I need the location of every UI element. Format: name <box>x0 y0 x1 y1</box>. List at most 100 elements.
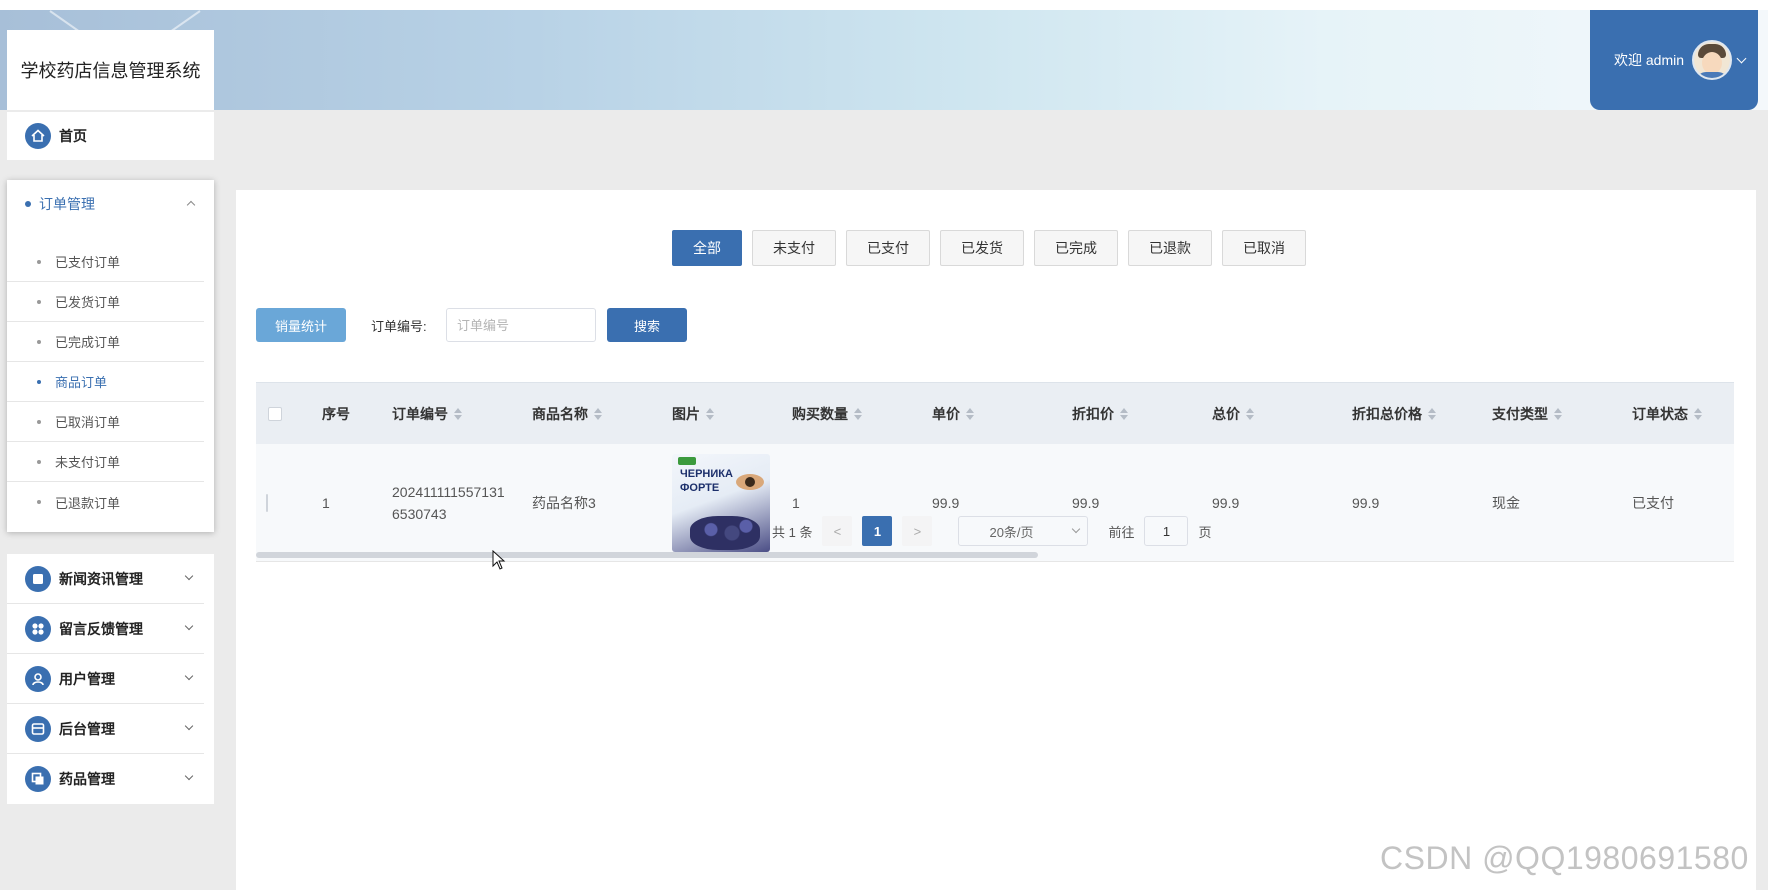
select-all-checkbox[interactable] <box>268 406 282 421</box>
mouse-cursor-icon <box>492 550 506 570</box>
bullet-icon <box>25 201 31 207</box>
row-checkbox[interactable] <box>266 493 268 512</box>
sidebar-item-label: 药品管理 <box>59 771 115 787</box>
tab-cancelled[interactable]: 已取消 <box>1222 230 1306 266</box>
column-header: 序号 <box>322 405 350 422</box>
cell-pay-type: 现金 <box>1492 494 1520 511</box>
sidebar-menu: 新闻资讯管理 留言反馈管理 用户管理 后台管理 药品管理 <box>7 554 214 804</box>
chevron-down-icon[interactable] <box>1736 53 1747 63</box>
sidebar-item-refunded-orders[interactable]: 已退款订单 <box>7 482 204 522</box>
bullet-icon <box>37 500 41 504</box>
cell-unit-price: 99.9 <box>932 494 960 511</box>
sales-stats-button[interactable]: 销量统计 <box>256 308 346 342</box>
sidebar-item-label: 后台管理 <box>59 720 115 737</box>
order-management-toggle[interactable]: 订单管理 <box>7 180 214 228</box>
column-header[interactable]: 折扣价 <box>1072 404 1212 424</box>
bullet-icon <box>37 379 41 384</box>
sidebar-item-label: 已退款订单 <box>55 495 121 511</box>
chevron-down-icon <box>184 671 194 681</box>
welcome-text: 欢迎 admin <box>1614 52 1685 68</box>
column-header[interactable]: 订单编号 <box>392 404 532 424</box>
goto-page-input[interactable]: 1 <box>1144 516 1189 546</box>
page-size-select[interactable]: 20条/页 <box>958 516 1089 546</box>
main-content: 全部 未支付 已支付 已发货 已完成 已退款 已取消 销量统计 订单编号: 搜索… <box>236 190 1756 890</box>
cell-product: 药品名称3 <box>532 494 596 511</box>
sidebar-item-backend[interactable]: 后台管理 <box>7 704 204 754</box>
cell-order-no: 2024111115571316530743 <box>392 483 505 522</box>
sort-icon[interactable] <box>1246 407 1254 420</box>
avatar[interactable] <box>1692 40 1733 80</box>
tab-all[interactable]: 全部 <box>672 230 742 266</box>
sidebar-item-shipped-orders[interactable]: 已发货订单 <box>7 282 204 322</box>
product-image[interactable]: ЧЕРНИКА ФОРТЕ <box>672 453 770 552</box>
top-strip <box>0 0 1768 10</box>
column-header[interactable]: 总价 <box>1212 404 1352 424</box>
user-menu[interactable]: 欢迎 admin <box>1590 10 1758 110</box>
sidebar-item-label: 用户管理 <box>59 670 115 687</box>
page-number-current[interactable]: 1 <box>862 516 893 546</box>
sidebar-item-label: 已完成订单 <box>55 335 121 350</box>
status-tabs: 全部 未支付 已支付 已发货 已完成 已退款 已取消 <box>672 230 1306 266</box>
sidebar-item-label: 首页 <box>59 128 87 144</box>
goto-label: 前往 <box>1108 524 1135 540</box>
sidebar-item-home[interactable]: 首页 <box>7 112 214 160</box>
chevron-down-icon <box>1072 524 1081 534</box>
tab-unpaid[interactable]: 未支付 <box>752 230 836 266</box>
tab-shipped[interactable]: 已发货 <box>940 230 1024 266</box>
user-icon <box>25 665 51 692</box>
chevron-down-icon <box>184 621 194 631</box>
sort-icon[interactable] <box>454 407 462 420</box>
sort-icon[interactable] <box>706 407 714 420</box>
sidebar-item-medicine[interactable]: 药品管理 <box>7 754 204 804</box>
sidebar-item-completed-orders[interactable]: 已完成订单 <box>7 322 204 362</box>
bullet-icon <box>37 419 41 424</box>
backend-icon <box>25 715 51 742</box>
sidebar-item-label: 新闻资讯管理 <box>59 570 143 587</box>
sort-icon[interactable] <box>1120 407 1128 420</box>
column-header[interactable]: 支付类型 <box>1492 404 1632 424</box>
page-size-value: 20条/页 <box>989 524 1034 540</box>
sort-icon[interactable] <box>966 407 974 420</box>
tab-refunded[interactable]: 已退款 <box>1128 230 1212 266</box>
column-header[interactable]: 折扣总价格 <box>1352 404 1492 424</box>
medicine-icon <box>25 766 51 792</box>
chevron-up-icon <box>186 200 196 210</box>
sidebar-item-label: 已发货订单 <box>55 295 121 310</box>
sidebar-item-users[interactable]: 用户管理 <box>7 654 204 704</box>
sidebar-item-unpaid-orders[interactable]: 未支付订单 <box>7 442 204 482</box>
sidebar-item-cancelled-orders[interactable]: 已取消订单 <box>7 402 204 442</box>
column-header[interactable]: 图片 <box>672 404 792 424</box>
next-page-button[interactable]: > <box>902 516 933 546</box>
table-header: 序号 订单编号 商品名称 图片 购买数量 单价 折扣价 总价 折扣总价格 支付类… <box>256 382 1734 444</box>
sort-icon[interactable] <box>1428 407 1436 420</box>
horizontal-scrollbar[interactable] <box>256 552 1038 558</box>
bullet-icon <box>37 259 41 264</box>
sidebar-item-product-orders[interactable]: 商品订单 <box>7 362 204 402</box>
sidebar-order-group: 订单管理 已支付订单 已发货订单 已完成订单 商品订单 已取消订单 未支付订单 … <box>7 180 214 532</box>
sort-icon[interactable] <box>1694 407 1702 420</box>
sort-icon[interactable] <box>1554 407 1562 420</box>
column-header[interactable]: 订单状态 <box>1632 404 1732 424</box>
news-icon <box>25 565 51 592</box>
column-header[interactable]: 商品名称 <box>532 404 672 424</box>
sort-icon[interactable] <box>594 407 602 420</box>
bullet-icon <box>37 459 41 464</box>
sidebar-item-paid-orders[interactable]: 已支付订单 <box>7 242 204 282</box>
search-button[interactable]: 搜索 <box>607 308 687 342</box>
prev-page-button[interactable]: < <box>822 516 853 546</box>
sort-icon[interactable] <box>854 407 862 420</box>
cell-discount-price: 99.9 <box>1072 494 1100 511</box>
sidebar-item-label: 未支付订单 <box>55 455 121 470</box>
cell-quantity: 1 <box>792 494 800 511</box>
column-header[interactable]: 购买数量 <box>792 404 932 424</box>
cell-status: 已支付 <box>1632 494 1674 511</box>
sidebar-item-news[interactable]: 新闻资讯管理 <box>7 554 204 604</box>
chevron-down-icon <box>184 571 194 581</box>
chevron-down-icon <box>184 771 194 781</box>
sidebar-item-label: 已取消订单 <box>55 415 121 430</box>
tab-paid[interactable]: 已支付 <box>846 230 930 266</box>
order-number-input[interactable] <box>446 308 596 342</box>
column-header[interactable]: 单价 <box>932 404 1072 424</box>
tab-completed[interactable]: 已完成 <box>1034 230 1118 266</box>
sidebar-item-feedback[interactable]: 留言反馈管理 <box>7 604 204 654</box>
